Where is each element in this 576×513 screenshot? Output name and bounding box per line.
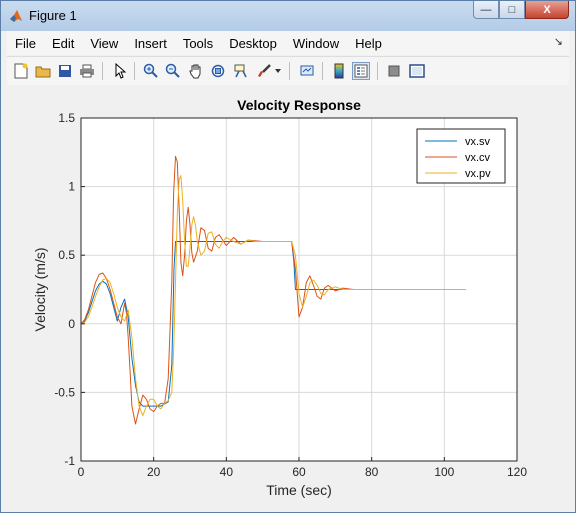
- rotate-3d-icon[interactable]: [209, 62, 227, 80]
- x-axis-label: Time (sec): [266, 482, 332, 498]
- y-tick-label: 0: [68, 317, 75, 331]
- figure-window: Figure 1 — □ X File Edit View Insert Too…: [0, 0, 576, 513]
- chart-title: Velocity Response: [237, 97, 361, 113]
- menu-help[interactable]: Help: [347, 36, 390, 51]
- legend-entry: vx.pv: [465, 168, 491, 180]
- insert-legend-icon[interactable]: [352, 62, 370, 80]
- x-tick-label: 60: [292, 465, 306, 479]
- new-figure-icon[interactable]: [12, 62, 30, 80]
- toolbar-separator: [102, 62, 103, 80]
- y-tick-label: 1.5: [58, 111, 75, 125]
- figure-toolbar: [7, 56, 569, 86]
- x-tick-label: 100: [434, 465, 454, 479]
- window-title: Figure 1: [29, 8, 77, 23]
- brush-dropdown-icon[interactable]: [273, 62, 283, 80]
- velocity-chart[interactable]: 0 20 40 60 80 100 120 -1 -0.5 0 0.5 1 1.5 Velocity R…: [7, 85, 569, 508]
- y-tick-label: 0.5: [58, 248, 75, 262]
- x-tick-label: 80: [365, 465, 379, 479]
- menu-tools[interactable]: Tools: [175, 36, 221, 51]
- legend-box: [416, 128, 506, 184]
- open-file-icon[interactable]: [34, 62, 52, 80]
- dock-arrow-icon[interactable]: ↘: [554, 35, 563, 48]
- x-tick-label: 0: [78, 465, 85, 479]
- toolbar-separator: [289, 62, 290, 80]
- menu-view[interactable]: View: [82, 36, 126, 51]
- minimize-button[interactable]: —: [473, 1, 499, 19]
- matlab-logo-icon: [10, 10, 22, 22]
- link-plot-icon[interactable]: [298, 62, 316, 80]
- legend[interactable]: vx.sv vx.cv vx.pv: [416, 128, 506, 184]
- maximize-button[interactable]: □: [499, 1, 525, 19]
- legend-entry: vx.cv: [465, 152, 491, 164]
- save-icon[interactable]: [56, 62, 74, 80]
- y-axis-label: Velocity (m/s): [32, 247, 48, 331]
- window-controls: — □ X: [473, 1, 569, 21]
- y-tick-label: 1: [68, 180, 75, 194]
- x-tick-label: 20: [147, 465, 161, 479]
- zoom-out-icon[interactable]: [164, 62, 182, 80]
- insert-colorbar-icon[interactable]: [330, 62, 348, 80]
- show-plot-tools-icon[interactable]: [408, 62, 426, 80]
- x-tick-label: 40: [220, 465, 234, 479]
- menu-bar: File Edit View Insert Tools Desktop Wind…: [7, 31, 569, 55]
- title-bar[interactable]: Figure 1 — □ X: [1, 1, 575, 31]
- x-tick-label: 120: [507, 465, 527, 479]
- legend-entry: vx.sv: [465, 136, 491, 148]
- pointer-icon[interactable]: [111, 62, 129, 80]
- toolbar-separator: [322, 62, 323, 80]
- y-tick-label: -0.5: [54, 385, 75, 399]
- data-cursor-icon[interactable]: [232, 62, 250, 80]
- menu-window[interactable]: Window: [285, 36, 347, 51]
- print-icon[interactable]: [78, 62, 96, 80]
- menu-desktop[interactable]: Desktop: [221, 36, 285, 51]
- toolbar-separator: [134, 62, 135, 80]
- y-tick-label: -1: [64, 454, 75, 468]
- menu-insert[interactable]: Insert: [126, 36, 175, 51]
- figure-canvas: 0 20 40 60 80 100 120 -1 -0.5 0 0.5 1 1.5 Velocity R…: [7, 85, 569, 508]
- brush-icon[interactable]: [255, 62, 273, 80]
- menu-file[interactable]: File: [7, 36, 44, 51]
- zoom-in-icon[interactable]: [142, 62, 160, 80]
- close-button[interactable]: X: [525, 1, 569, 19]
- pan-hand-icon[interactable]: [187, 62, 205, 80]
- hide-plot-tools-icon[interactable]: [385, 62, 403, 80]
- menu-edit[interactable]: Edit: [44, 36, 82, 51]
- toolbar-separator: [377, 62, 378, 80]
